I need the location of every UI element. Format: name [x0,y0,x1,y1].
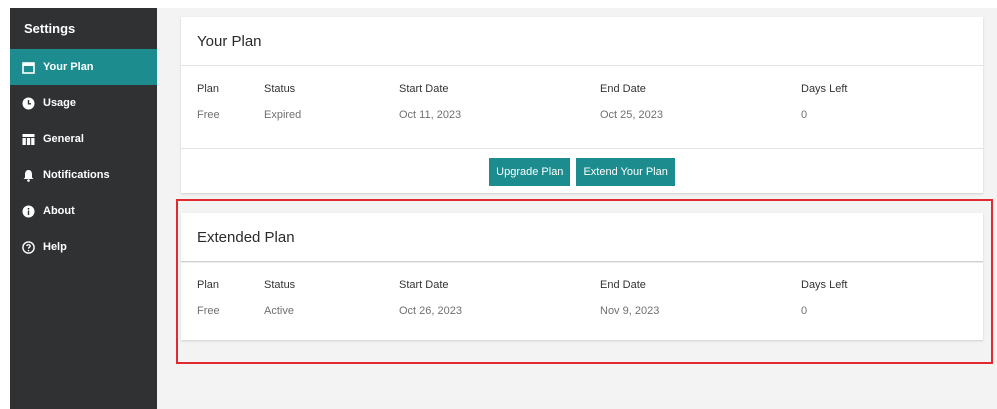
sidebar-item-help[interactable]: Help [10,229,157,265]
calendar-icon [22,61,35,74]
upgrade-plan-button[interactable]: Upgrade Plan [489,157,571,186]
days-left-header: Days Left [801,279,848,291]
end-date-column: End Date Nov 9, 2023 [600,279,659,317]
sidebar-item-label: Usage [43,97,77,109]
plan-actions: Upgrade Plan Extend Your Plan [181,148,983,194]
sidebar-item-label: About [43,205,75,217]
start-date-column: Start Date Oct 11, 2023 [399,83,461,121]
start-date-value: Oct 26, 2023 [399,305,462,317]
end-date-header: End Date [600,279,646,291]
days-left-header: Days Left [801,83,848,95]
days-left-column: Days Left 0 [801,279,847,317]
plan-header: Plan [197,83,220,95]
days-left-value: 0 [801,305,808,317]
start-date-column: Start Date Oct 26, 2023 [399,279,462,317]
main-content: Your Plan Plan Free Status Expired Start… [157,8,997,409]
sidebar-item-label: Help [43,241,67,253]
settings-sidebar: Settings Your Plan Usage General Notific… [10,8,157,409]
extended-plan-details: Plan Free Status Active Start Date Oct 2… [181,262,983,340]
extend-plan-button[interactable]: Extend Your Plan [576,157,675,186]
sidebar-item-notifications[interactable]: Notifications [10,157,157,193]
start-date-value: Oct 11, 2023 [399,109,462,121]
status-column: Status Expired [264,83,301,121]
status-header: Status [264,279,296,291]
plan-column: Plan Free [197,83,220,121]
days-left-column: Days Left 0 [801,83,847,121]
status-value: Expired [264,109,302,121]
sidebar-item-usage[interactable]: Usage [10,85,157,121]
days-left-value: 0 [801,109,808,121]
status-header: Status [264,83,296,95]
sidebar-title: Settings [24,21,76,36]
end-date-value: Oct 25, 2023 [600,109,663,121]
clock-icon [22,97,35,110]
plan-column: Plan Free [197,279,220,317]
sidebar-item-label: General [43,133,84,145]
your-plan-card: Your Plan Plan Free Status Expired Start… [181,17,983,193]
plan-header: Plan [197,279,220,291]
table-icon [22,133,35,146]
info-icon [22,205,35,218]
sidebar-item-label: Your Plan [43,61,94,73]
bell-icon [22,169,35,182]
sidebar-item-general[interactable]: General [10,121,157,157]
plan-value: Free [197,109,220,121]
status-column: Status Active [264,279,295,317]
plan-details: Plan Free Status Expired Start Date Oct … [181,66,983,148]
end-date-column: End Date Oct 25, 2023 [600,83,663,121]
plan-value: Free [197,305,220,317]
extended-plan-title: Extended Plan [181,213,983,262]
extended-plan-card: Extended Plan Plan Free Status Active St… [181,213,983,340]
end-date-header: End Date [600,83,646,95]
status-value: Active [264,305,294,317]
sidebar-item-your-plan[interactable]: Your Plan [10,49,157,85]
start-date-header: Start Date [399,83,449,95]
start-date-header: Start Date [399,279,449,291]
your-plan-title: Your Plan [181,17,983,66]
end-date-value: Nov 9, 2023 [600,305,660,317]
sidebar-item-about[interactable]: About [10,193,157,229]
sidebar-item-label: Notifications [43,169,110,181]
help-icon [22,240,35,254]
